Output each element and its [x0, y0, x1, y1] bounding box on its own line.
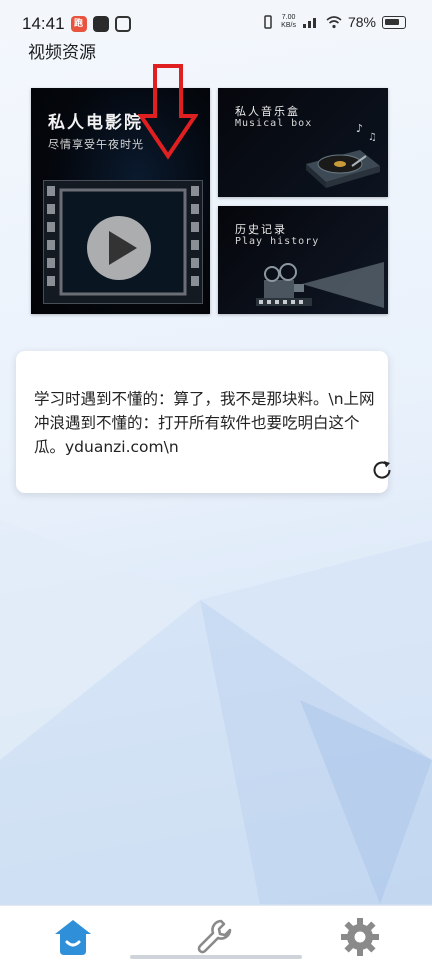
gear-icon — [341, 918, 379, 956]
signal-icon — [302, 18, 316, 28]
refresh-icon[interactable] — [370, 458, 394, 482]
vibrate-icon — [264, 15, 272, 29]
status-time: 14:41 — [22, 14, 65, 33]
play-history-tile[interactable]: 历史记录 Play history — [218, 206, 388, 314]
home-indicator[interactable] — [130, 955, 302, 959]
network-speed-unit: KB/s — [281, 22, 296, 29]
svg-text:♫: ♫ — [368, 132, 377, 143]
nav-tools[interactable] — [193, 914, 239, 960]
play-history-subtitle: Play history — [235, 236, 320, 247]
play-icon[interactable] — [87, 216, 151, 280]
cinema-subtitle: 尽情享受午夜时光 — [48, 138, 144, 151]
network-speed: 7.00 KB/s — [281, 14, 296, 30]
section-title: 视频资源 — [28, 43, 96, 63]
battery-percent: 78% — [347, 14, 376, 30]
joke-card: 学习时遇到不懂的：算了，我不是那块料。\n上网冲浪遇到不懂的：打开所有软件也要吃… — [16, 351, 391, 493]
record-player-icon: ♪ ♫ — [306, 122, 380, 188]
play-history-title: 历史记录 — [235, 223, 287, 236]
music-box-tile[interactable]: 私人音乐盒 Musical box ♪ ♫ — [218, 88, 388, 197]
battery-icon — [382, 15, 406, 29]
notification-app-icon-2 — [114, 16, 131, 32]
running-app-icon: 跑 — [70, 16, 87, 32]
wifi-icon — [326, 16, 342, 29]
projector-icon — [256, 262, 384, 308]
joke-text: 学习时遇到不懂的：算了，我不是那块料。\n上网冲浪遇到不懂的：打开所有软件也要吃… — [34, 390, 375, 456]
nav-home[interactable] — [50, 914, 96, 960]
home-icon — [55, 920, 91, 955]
status-bar: 14:41 跑 7.00 KB/s 78% — [0, 0, 432, 40]
down-arrow-icon — [138, 64, 198, 160]
music-box-title: 私人音乐盒 — [235, 105, 300, 118]
notification-app-icon — [92, 16, 109, 32]
cinema-title: 私人电影院 — [48, 113, 143, 133]
svg-text:♪: ♪ — [356, 122, 363, 135]
wrench-icon — [197, 919, 232, 954]
nav-settings[interactable] — [337, 914, 383, 960]
network-speed-value: 7.00 — [281, 14, 296, 21]
